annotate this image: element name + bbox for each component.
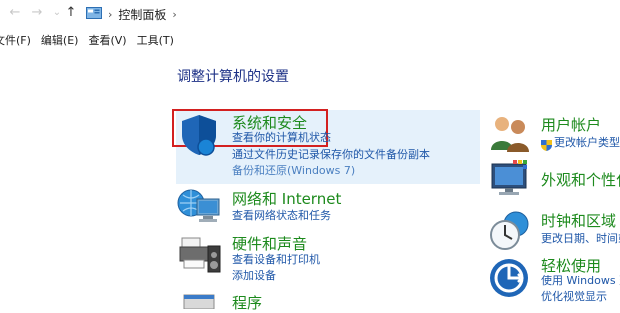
category-clock-region[interactable]: 时钟和区域: [541, 210, 616, 231]
breadcrumb-control-panel[interactable]: 控制面板: [118, 6, 166, 23]
printer-speaker-icon: [178, 236, 222, 280]
user-accounts-icon: [489, 114, 531, 156]
address-bar: ← → ⌄ ↑ › 控制面板 ›: [0, 0, 620, 28]
link-optimize-visual-display[interactable]: 优化视觉显示: [541, 288, 607, 305]
link-backup-restore[interactable]: 备份和还原(Windows 7): [232, 162, 355, 179]
link-change-account-type[interactable]: 更改帐户类型: [554, 134, 620, 151]
category-network-internet[interactable]: 网络和 Internet: [232, 188, 341, 209]
uac-shield-icon: [541, 136, 552, 155]
link-file-history[interactable]: 通过文件历史记录保存你的文件备份副本: [232, 146, 430, 163]
menu-edit[interactable]: 编辑(E): [41, 32, 79, 48]
back-arrow-icon[interactable]: ←: [6, 4, 24, 22]
up-arrow-icon[interactable]: ↑: [62, 4, 80, 22]
appearance-monitor-icon: [489, 158, 531, 202]
link-devices-printers[interactable]: 查看设备和打印机: [232, 251, 320, 268]
link-network-status[interactable]: 查看网络状态和任务: [232, 207, 331, 224]
category-programs[interactable]: 程序: [232, 292, 262, 313]
link-view-computer-status[interactable]: 查看你的计算机状态: [232, 129, 331, 146]
forward-arrow-icon[interactable]: →: [28, 4, 46, 22]
menu-view[interactable]: 查看(V): [88, 32, 126, 48]
page-title: 调整计算机的设置: [177, 69, 289, 85]
link-windows-suggestions[interactable]: 使用 Windows 建议: [541, 272, 620, 289]
menu-file[interactable]: 文件(F): [0, 32, 31, 48]
link-add-device[interactable]: 添加设备: [232, 267, 276, 284]
category-user-accounts[interactable]: 用户帐户: [541, 114, 601, 135]
shield-icon: [178, 113, 220, 161]
control-panel-icon: [86, 6, 102, 23]
menu-tools[interactable]: 工具(T): [137, 32, 174, 48]
menu-bar: 文件(F) 编辑(E) 查看(V) 工具(T): [0, 30, 620, 50]
link-change-date-time[interactable]: 更改日期、时间或: [541, 230, 620, 247]
programs-icon: [180, 293, 220, 313]
category-appearance-personalization[interactable]: 外观和个性化: [541, 169, 620, 190]
network-globe-icon: [177, 187, 223, 231]
breadcrumb-separator-icon[interactable]: ›: [172, 8, 176, 21]
breadcrumb[interactable]: › 控制面板 ›: [86, 4, 177, 24]
clock-globe-icon: [488, 211, 530, 255]
ease-of-access-icon: [488, 257, 530, 303]
breadcrumb-separator-icon[interactable]: ›: [108, 8, 112, 21]
